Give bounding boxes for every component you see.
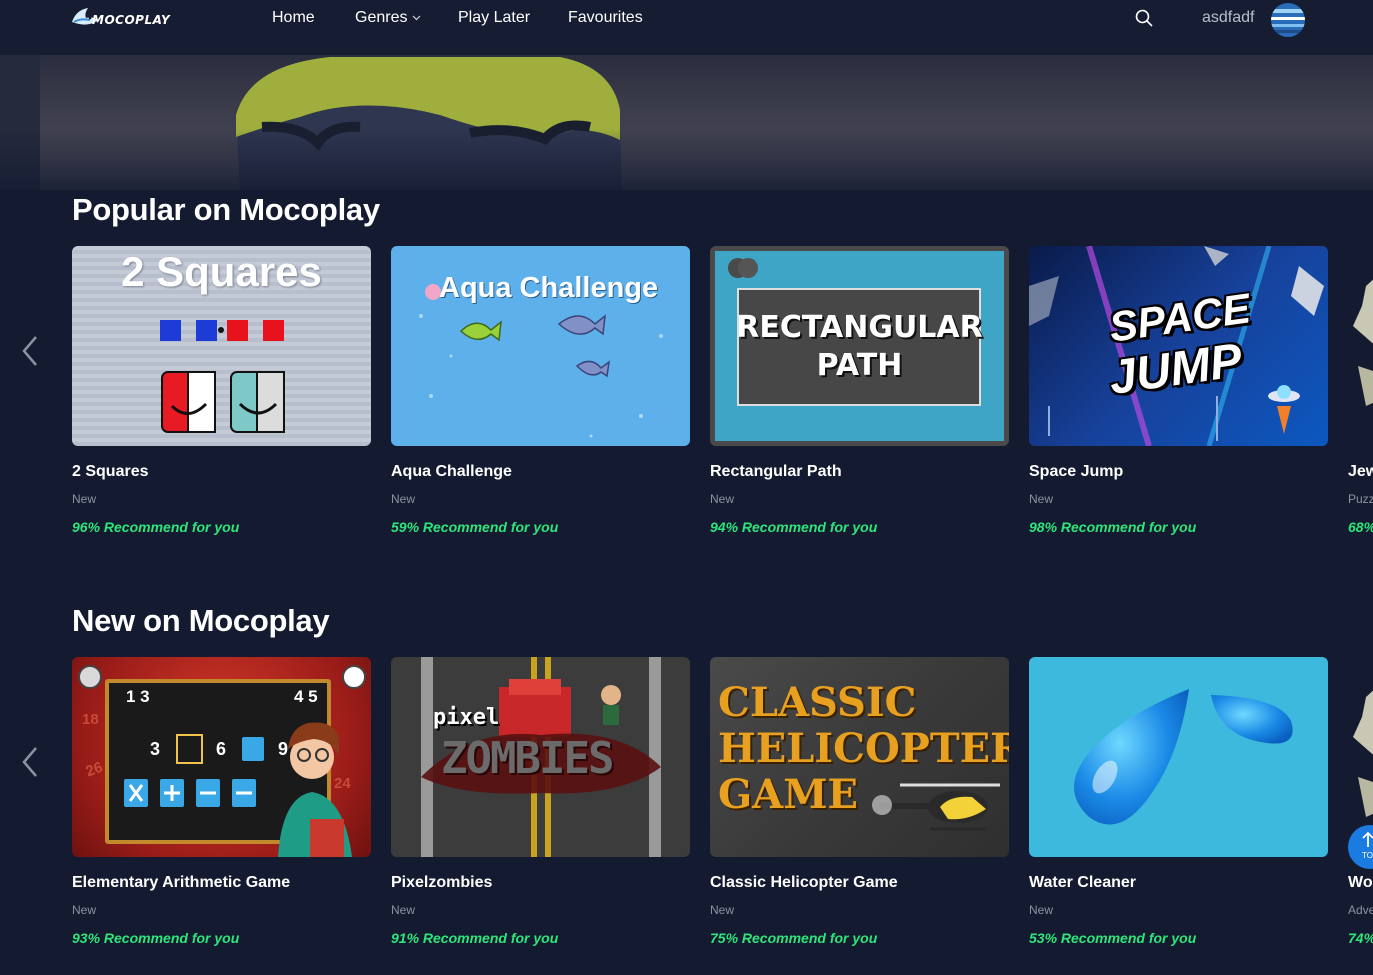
game-title[interactable]: Wor xyxy=(1348,874,1373,892)
logo-text: MOCOPLAY xyxy=(92,13,171,27)
nav-genres-label: Genres xyxy=(355,9,408,26)
recommend-rate: 53% Recommend for you xyxy=(1029,930,1197,946)
username-label[interactable]: asdfadf xyxy=(1202,9,1254,27)
game-thumbnail[interactable]: CLASSIC HELICOPTER GAME xyxy=(710,657,1009,857)
game-tag: Adve xyxy=(1348,903,1373,917)
recommend-rate: 96% Recommend for you xyxy=(72,519,240,535)
mocoplay-logo[interactable]: MOCOPLAY xyxy=(70,4,180,34)
nav-play-later[interactable]: Play Later xyxy=(458,9,530,27)
game-card[interactable]: RECTANGULAR PATH Rectangular Path New 94… xyxy=(710,246,1009,535)
nav-home[interactable]: Home xyxy=(272,9,315,27)
game-title[interactable]: Aqua Challenge xyxy=(391,463,512,481)
game-tag: New xyxy=(391,903,416,917)
game-thumbnail[interactable]: Aqua Challenge xyxy=(391,246,690,446)
game-tag: New xyxy=(72,492,97,506)
game-card[interactable]: CLASSIC HELICOPTER GAME Classic Helicopt… xyxy=(710,657,1009,946)
game-thumbnail[interactable]: 18 26 24 1 3 4 5 3 6 9 xyxy=(72,657,371,857)
game-thumbnail[interactable] xyxy=(1029,657,1328,857)
game-thumbnail[interactable] xyxy=(1348,246,1373,446)
recommend-rate: 98% Recommend for you xyxy=(1029,519,1197,535)
game-card[interactable]: pixel ZOMBIES Pixelzombies New 91% Recom… xyxy=(391,657,690,946)
search-icon[interactable] xyxy=(1134,8,1154,28)
back-to-top-button[interactable]: TO xyxy=(1348,825,1373,869)
game-title[interactable]: Classic Helicopter Game xyxy=(710,874,898,892)
game-title[interactable]: Water Cleaner xyxy=(1029,874,1136,892)
game-tag: New xyxy=(1029,903,1054,917)
chevron-left-icon[interactable] xyxy=(18,745,44,779)
game-thumbnail[interactable]: pixel ZOMBIES xyxy=(391,657,690,857)
thumb-title: ZOMBIES xyxy=(441,733,614,784)
thumb-title: PATH xyxy=(816,348,903,383)
recommend-rate: 59% Recommend for you xyxy=(391,519,559,535)
game-tag: New xyxy=(1029,492,1054,506)
game-card[interactable]: Water Cleaner New 53% Recommend for you xyxy=(1029,657,1328,946)
thumb-title: Aqua Challenge xyxy=(439,272,659,304)
nav-genres[interactable]: Genres xyxy=(355,9,421,27)
game-card[interactable]: 2 Squares 2 Squares New 96% Recommend fo… xyxy=(72,246,371,535)
nav-favourites[interactable]: Favourites xyxy=(568,9,643,27)
game-thumbnail[interactable]: 2 Squares xyxy=(72,246,371,446)
game-title[interactable]: Jew xyxy=(1348,463,1373,481)
avatar-icon[interactable] xyxy=(1271,3,1305,37)
game-title[interactable]: Space Jump xyxy=(1029,463,1123,481)
popular-section-title: Popular on Mocoplay xyxy=(72,192,380,227)
arrow-up-icon xyxy=(1362,831,1373,847)
recommend-rate: 74% xyxy=(1348,930,1373,946)
game-title[interactable]: Rectangular Path xyxy=(710,463,842,481)
game-tag: New xyxy=(710,903,735,917)
game-tag: Puzz xyxy=(1348,492,1373,506)
game-card[interactable]: Jew Puzz 68% xyxy=(1348,246,1373,546)
game-title[interactable]: Elementary Arithmetic Game xyxy=(72,874,290,892)
top-navbar: MOCOPLAY Home Genres Play Later Favourit… xyxy=(0,0,1373,55)
chevron-left-icon[interactable] xyxy=(18,334,44,368)
game-title[interactable]: 2 Squares xyxy=(72,463,148,481)
game-card[interactable]: SPACE JUMP Space Jump New 98% Recommend … xyxy=(1029,246,1328,535)
hero-banner[interactable] xyxy=(0,55,1373,190)
recommend-rate: 91% Recommend for you xyxy=(391,930,559,946)
thumb-title: pixel xyxy=(433,705,500,730)
recommend-rate: 68% xyxy=(1348,519,1373,535)
recommend-rate: 75% Recommend for you xyxy=(710,930,878,946)
game-tag: New xyxy=(391,492,416,506)
game-card[interactable]: Wor Adve 74% xyxy=(1348,657,1373,957)
back-to-top-label: TO xyxy=(1362,851,1373,860)
game-card[interactable]: 18 26 24 1 3 4 5 3 6 9 Elementary Arithm… xyxy=(72,657,371,946)
new-section-title: New on Mocoplay xyxy=(72,603,330,638)
game-card[interactable]: Aqua Challenge Aqua Challenge New 59% Re… xyxy=(391,246,690,535)
chevron-down-icon xyxy=(413,15,421,21)
recommend-rate: 93% Recommend for you xyxy=(72,930,240,946)
game-thumbnail[interactable]: SPACE JUMP xyxy=(1029,246,1328,446)
thumb-title: RECTANGULAR xyxy=(736,310,983,345)
recommend-rate: 94% Recommend for you xyxy=(710,519,878,535)
game-tag: New xyxy=(710,492,735,506)
game-title[interactable]: Pixelzombies xyxy=(391,874,492,892)
game-thumbnail[interactable]: RECTANGULAR PATH xyxy=(710,246,1009,446)
game-tag: New xyxy=(72,903,97,917)
